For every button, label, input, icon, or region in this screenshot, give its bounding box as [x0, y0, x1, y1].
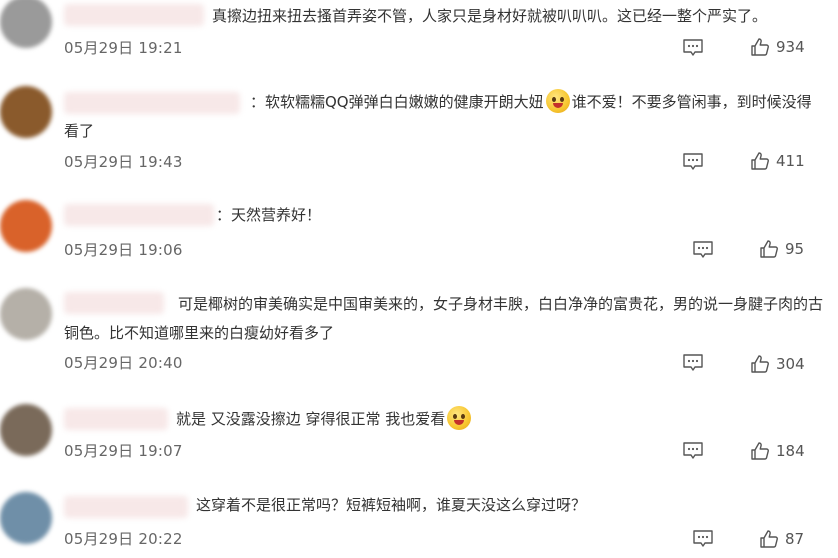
reply-button[interactable] [682, 152, 704, 172]
avatar[interactable] [0, 0, 52, 48]
comment-text: 真擦边扭来扭去搔首弄姿不管，人家只是身材好就被叭叭叭。这已经一整个严实了。 [212, 7, 768, 25]
like-count: 934 [776, 38, 805, 56]
comment-time: 05月29日 20:40 [64, 354, 183, 372]
username-blurred[interactable] [64, 204, 214, 226]
reply-button[interactable] [682, 38, 704, 58]
like-button[interactable]: 95 [759, 239, 804, 259]
avatar[interactable] [0, 492, 52, 544]
username-blurred[interactable] [64, 4, 204, 26]
like-count: 304 [776, 355, 805, 373]
avatar[interactable] [0, 404, 52, 456]
comment-icon [692, 240, 714, 260]
like-count: 184 [776, 442, 805, 460]
thumbs-up-icon [750, 151, 770, 171]
like-button[interactable]: 411 [750, 151, 805, 171]
like-count: 411 [776, 152, 805, 170]
thumbs-up-icon [750, 37, 770, 57]
comment-text: 这穿着不是很正常吗？短裤短袖啊，谁夏天没这么穿过呀？ [196, 496, 587, 514]
thumbs-up-icon [759, 529, 779, 549]
comment-icon [682, 353, 704, 373]
comment-icon [682, 441, 704, 461]
heart-eyes-emoji-icon [545, 89, 570, 113]
avatar[interactable] [0, 86, 52, 138]
comment-icon [682, 38, 704, 58]
laughing-emoji-icon [447, 406, 472, 430]
comment-time: 05月29日 19:07 [64, 442, 183, 460]
comment-text: 可是椰树的审美确实是中国审美来的，女子身材丰腴，白白净净的富贵花，男的说一身腱子… [64, 295, 824, 342]
comment-text: ：软软糯糯QQ弹弹白白嫩嫩的健康开朗大妞 谁不爱！不要多管闲事，到时候没得看了 [64, 88, 824, 146]
like-count: 95 [785, 240, 805, 258]
thumbs-up-icon [759, 239, 779, 259]
comment-time: 05月29日 20:22 [64, 530, 183, 548]
username-blurred[interactable] [64, 408, 168, 430]
like-button[interactable]: 87 [759, 529, 804, 549]
like-button[interactable]: 184 [750, 441, 805, 461]
username-blurred[interactable] [64, 496, 188, 518]
avatar[interactable] [0, 200, 52, 252]
reply-button[interactable] [682, 441, 704, 461]
comment-text: 就是 又没露没擦边 穿得很正常 我也爱看 [176, 405, 816, 434]
comment-time: 05月29日 19:21 [64, 39, 183, 57]
comment-icon [682, 152, 704, 172]
thumbs-up-icon [750, 354, 770, 374]
reply-button[interactable] [682, 353, 704, 373]
thumbs-up-icon [750, 441, 770, 461]
comment-text: ：天然营养好！ [216, 206, 322, 224]
like-button[interactable]: 934 [750, 37, 805, 57]
comment-time: 05月29日 19:06 [64, 241, 183, 259]
comment-time: 05月29日 19:43 [64, 153, 183, 171]
reply-button[interactable] [692, 529, 714, 549]
like-button[interactable]: 304 [750, 354, 805, 374]
reply-button[interactable] [692, 240, 714, 260]
comment-icon [692, 529, 714, 549]
avatar[interactable] [0, 288, 52, 340]
like-count: 87 [785, 530, 805, 548]
